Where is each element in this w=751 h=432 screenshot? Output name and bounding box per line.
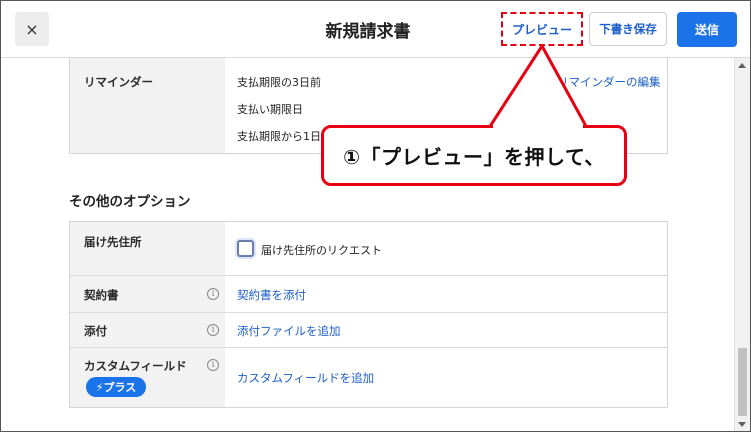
shipping-address-label-cell: 届け先住所 [70,222,225,275]
callout-seam [493,125,583,131]
other-options-table: 届け先住所 届け先住所のリクエスト 契約書 i 契約書を添付 添付 i 添付ファ… [69,221,668,408]
contract-row: 契約書 i 契約書を添付 [70,275,667,312]
preview-button[interactable]: プレビュー [505,16,579,42]
app-window: × 新規請求書 プレビュー 下書き保存 送信 リマインダー 支払期限の3日前 支… [0,0,751,432]
save-draft-button[interactable]: 下書き保存 [589,12,667,46]
reminder-item: 支払い期限日 [237,103,303,116]
reminder-item: 支払期限の3日前 [237,76,321,89]
reminder-item: 支払期限から1日 [237,130,321,143]
info-icon[interactable]: i [207,288,219,300]
annotation-callout: ①「プレビュー」を押して、 [321,125,627,186]
scroll-down-arrow-icon[interactable] [738,422,746,427]
add-attachment-link[interactable]: 添付ファイルを追加 [237,323,341,339]
info-icon[interactable]: i [207,324,219,336]
shipping-address-row: 届け先住所 届け先住所のリクエスト [70,222,667,275]
reminder-label: リマインダー [84,75,153,89]
contract-label: 契約書 [84,288,119,302]
plus-badge[interactable]: ⚡プラス [86,377,146,397]
attachment-row: 添付 i 添付ファイルを追加 [70,312,667,347]
attachment-label: 添付 [84,324,107,338]
send-button[interactable]: 送信 [677,12,737,47]
custom-field-label-cell: カスタムフィールド i ⚡プラス [70,348,225,407]
scrollbar[interactable] [734,58,750,431]
form-content: リマインダー 支払期限の3日前 支払い期限日 支払期限から1日 リマインダーの編… [1,56,734,431]
custom-field-label: カスタムフィールド [84,359,187,373]
add-custom-field-link[interactable]: カスタムフィールドを追加 [237,370,374,386]
attachment-label-cell: 添付 i [70,313,225,347]
contract-label-cell: 契約書 i [70,276,225,312]
scroll-up-arrow-icon[interactable] [738,63,746,68]
attach-contract-link[interactable]: 契約書を添付 [237,287,306,303]
reminder-label-cell: リマインダー [70,57,225,153]
shipping-address-checkbox[interactable] [237,240,254,257]
other-options-title: その他のオプション [69,194,191,210]
scroll-thumb[interactable] [738,348,747,416]
shipping-address-request-label: 届け先住所のリクエスト [261,244,382,257]
header-bar: × 新規請求書 プレビュー 下書き保存 送信 [1,1,750,58]
edit-reminder-link[interactable]: リマインダーの編集 [557,74,661,90]
custom-field-row: カスタムフィールド i ⚡プラス カスタムフィールドを追加 [70,347,667,407]
info-icon[interactable]: i [207,359,219,371]
shipping-address-label: 届け先住所 [84,235,142,249]
